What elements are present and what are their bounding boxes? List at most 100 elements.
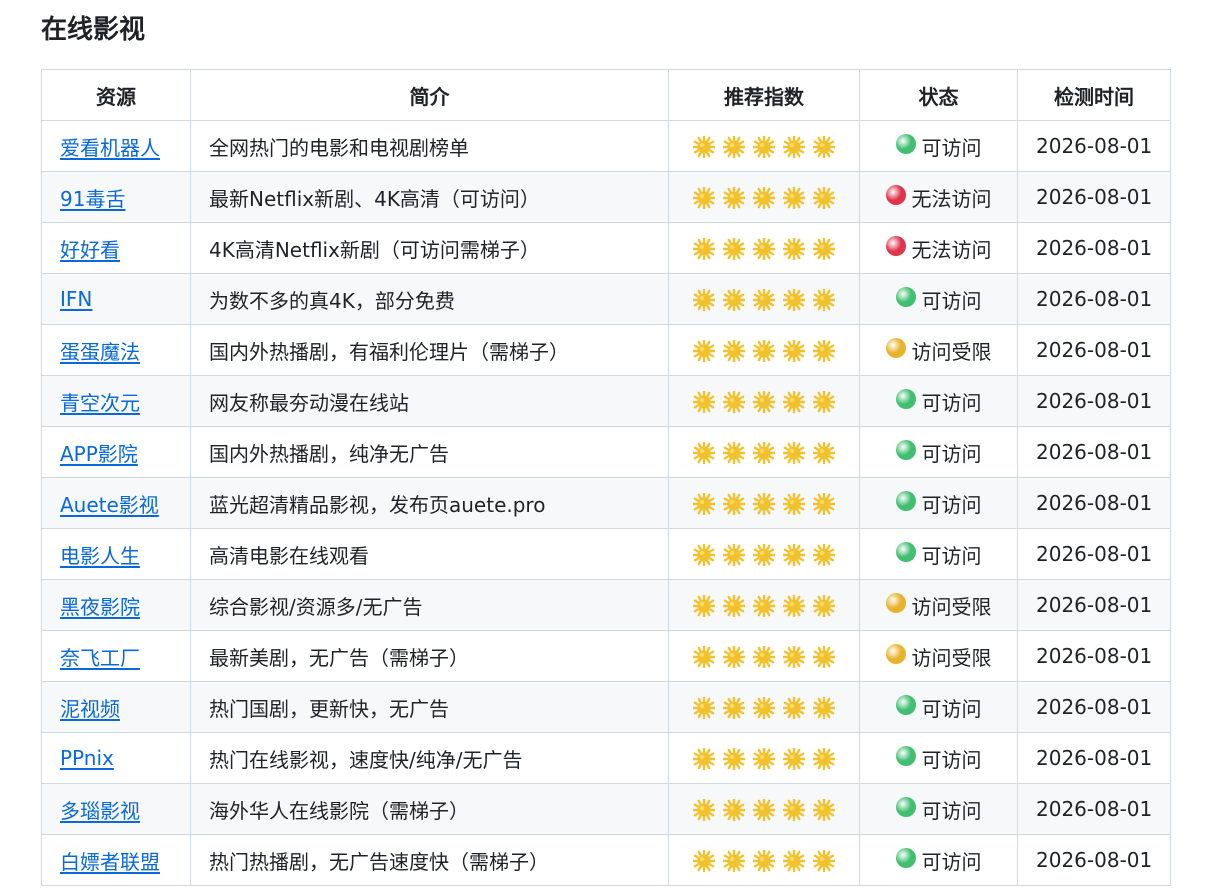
resource-name-cell: Auete影视 — [41, 477, 191, 529]
resource-name-cell: PPnix — [41, 732, 191, 784]
status-badge: 可访问 — [921, 135, 982, 160]
status-badge: 可访问 — [921, 492, 982, 517]
resource-link[interactable]: 91毒舌 — [60, 187, 125, 211]
resource-link[interactable]: IFN — [60, 287, 92, 311]
green-circle-icon — [895, 797, 916, 817]
sun-star-icon — [692, 696, 716, 720]
sun-star-icon — [782, 645, 806, 669]
sun-star-icon — [722, 186, 746, 210]
green-circle-icon — [895, 848, 916, 868]
resource-name-cell: 青空次元 — [41, 375, 191, 427]
page: 在线影视 资源 简介 推荐指数 状态 检测时间 爱看机器人 全网热门的电影和电视剧… — [0, 0, 1211, 891]
resource-link[interactable]: 泥视频 — [60, 697, 120, 721]
resource-link[interactable]: 蛋蛋魔法 — [60, 340, 140, 364]
sun-star-icon — [722, 492, 746, 516]
sun-star-icon — [782, 237, 806, 261]
resource-description: 综合影视/资源多/无广告 — [190, 579, 669, 631]
resource-link[interactable]: Auete影视 — [60, 493, 159, 517]
resource-link[interactable]: PPnix — [60, 746, 114, 770]
status-badge: 访问受限 — [911, 594, 992, 619]
sun-star-icon — [692, 645, 716, 669]
resource-name-cell: 多瑙影视 — [41, 783, 191, 835]
sun-star-icon — [722, 798, 746, 822]
sun-star-icon — [722, 645, 746, 669]
sun-star-icon — [812, 594, 836, 618]
table-row: 电影人生 高清电影在线观看 可访问 2026-08-01 — [41, 528, 1171, 580]
resource-name-cell: 91毒舌 — [41, 171, 191, 223]
resource-name-cell: 电影人生 — [41, 528, 191, 580]
resource-name-cell: 爱看机器人 — [41, 120, 191, 172]
status-badge: 访问受限 — [911, 645, 992, 670]
sun-star-icon — [692, 390, 716, 414]
sun-star-icon — [722, 135, 746, 159]
sun-star-icon — [722, 339, 746, 363]
resource-description: 热门国剧，更新快，无广告 — [190, 681, 669, 733]
yellow-circle-icon — [885, 644, 906, 664]
status-cell: 可访问 — [859, 834, 1018, 886]
resource-link[interactable]: 白嫖者联盟 — [60, 850, 160, 874]
sun-star-icon — [812, 645, 836, 669]
sun-star-icon — [752, 849, 776, 873]
sun-star-icon — [782, 747, 806, 771]
sun-star-icon — [782, 696, 806, 720]
sun-star-icon — [782, 339, 806, 363]
status-badge: 可访问 — [921, 696, 982, 721]
header-description: 简介 — [190, 69, 669, 121]
red-circle-icon — [885, 236, 906, 256]
rating-cell — [668, 324, 860, 376]
check-date: 2026-08-01 — [1017, 579, 1171, 631]
rating-cell — [668, 528, 860, 580]
sun-star-icon — [752, 441, 776, 465]
green-circle-icon — [895, 440, 916, 460]
status-cell: 可访问 — [859, 375, 1018, 427]
table-row: 多瑙影视 海外华人在线影院（需梯子） 可访问 2026-08-01 — [41, 783, 1171, 835]
resource-name-cell: 好好看 — [41, 222, 191, 274]
sun-star-icon — [812, 798, 836, 822]
rating-cell — [668, 834, 860, 886]
sun-star-icon — [812, 441, 836, 465]
rating-cell — [668, 426, 860, 478]
rating-cell — [668, 171, 860, 223]
resource-link[interactable]: 好好看 — [60, 238, 120, 262]
check-date: 2026-08-01 — [1017, 171, 1171, 223]
sun-star-icon — [692, 492, 716, 516]
status-badge: 可访问 — [921, 798, 982, 823]
resource-link[interactable]: 爱看机器人 — [60, 136, 160, 160]
sun-star-icon — [782, 186, 806, 210]
sun-star-icon — [752, 645, 776, 669]
sun-star-icon — [812, 288, 836, 312]
sun-star-icon — [722, 696, 746, 720]
table-row: 白嫖者联盟 热门热播剧，无广告速度快（需梯子） 可访问 2026-08-01 — [41, 834, 1171, 886]
resource-name-cell: IFN — [41, 273, 191, 325]
rating-cell — [668, 375, 860, 427]
check-date: 2026-08-01 — [1017, 732, 1171, 784]
sun-star-icon — [812, 390, 836, 414]
page-title: 在线影视 — [41, 15, 146, 45]
table-row: IFN 为数不多的真4K，部分免费 可访问 2026-08-01 — [41, 273, 1171, 325]
sun-star-icon — [752, 696, 776, 720]
check-date: 2026-08-01 — [1017, 120, 1171, 172]
table-header-row: 资源 简介 推荐指数 状态 检测时间 — [41, 69, 1171, 121]
header-rating: 推荐指数 — [668, 69, 860, 121]
resource-link[interactable]: 电影人生 — [60, 544, 140, 568]
rating-cell — [668, 222, 860, 274]
sun-star-icon — [692, 441, 716, 465]
resource-link[interactable]: APP影院 — [60, 442, 138, 466]
resource-description: 国内外热播剧，纯净无广告 — [190, 426, 669, 478]
resource-link[interactable]: 奈飞工厂 — [60, 646, 140, 670]
check-date: 2026-08-01 — [1017, 477, 1171, 529]
resource-table: 资源 简介 推荐指数 状态 检测时间 爱看机器人 全网热门的电影和电视剧榜单 可访问… — [41, 69, 1171, 886]
rating-cell — [668, 477, 860, 529]
rating-cell — [668, 579, 860, 631]
sun-star-icon — [782, 798, 806, 822]
resource-link[interactable]: 黑夜影院 — [60, 595, 140, 619]
resource-link[interactable]: 多瑙影视 — [60, 799, 140, 823]
resource-link[interactable]: 青空次元 — [60, 391, 140, 415]
status-cell: 可访问 — [859, 681, 1018, 733]
resource-description: 全网热门的电影和电视剧榜单 — [190, 120, 669, 172]
status-badge: 无法访问 — [911, 186, 992, 211]
check-date: 2026-08-01 — [1017, 273, 1171, 325]
status-cell: 无法访问 — [859, 222, 1018, 274]
green-circle-icon — [895, 491, 916, 511]
green-circle-icon — [895, 695, 916, 715]
